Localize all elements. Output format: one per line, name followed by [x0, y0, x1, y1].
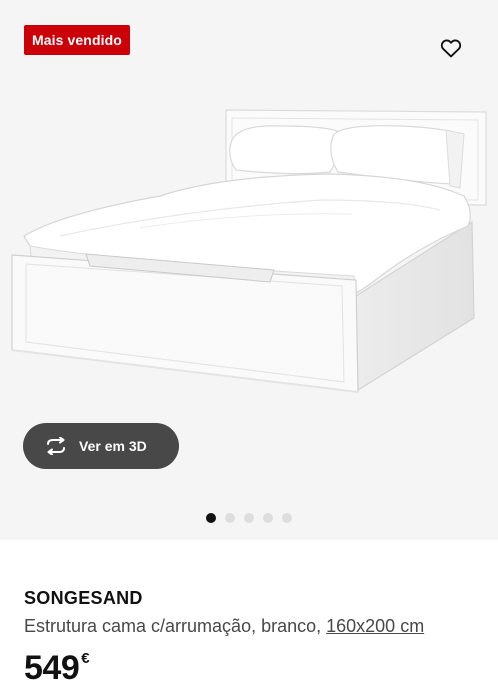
carousel-dot-4[interactable]: [263, 513, 273, 523]
product-description-text: Estrutura cama c/arrumação, branco,: [24, 616, 327, 636]
carousel-dot-1[interactable]: [206, 513, 216, 523]
price-amount: 549: [24, 649, 80, 687]
heart-outline-icon: [440, 39, 462, 58]
add-to-favourites-button[interactable]: [436, 33, 466, 63]
view-in-3d-label: Ver em 3D: [79, 438, 147, 454]
product-size-link[interactable]: 160x200 cm: [326, 616, 424, 636]
product-info: SONGESAND Estrutura cama c/arrumação, br…: [24, 586, 478, 686]
product-name[interactable]: SONGESAND: [24, 586, 478, 610]
best-seller-badge: Mais vendido: [24, 25, 130, 55]
carousel-dot-5[interactable]: [282, 513, 292, 523]
carousel-dot-3[interactable]: [244, 513, 254, 523]
rotate-arrows-icon: [44, 434, 68, 458]
price-currency: €: [81, 650, 90, 667]
carousel-indicator: [206, 513, 292, 523]
product-image[interactable]: [0, 90, 498, 400]
product-card[interactable]: Mais vendido Ver em 3D SONGESAND Estrutu…: [0, 0, 498, 699]
carousel-dot-2[interactable]: [225, 513, 235, 523]
product-price: 549 €: [24, 650, 478, 686]
view-in-3d-button[interactable]: Ver em 3D: [23, 423, 179, 469]
product-description: Estrutura cama c/arrumação, branco, 160x…: [24, 614, 478, 638]
